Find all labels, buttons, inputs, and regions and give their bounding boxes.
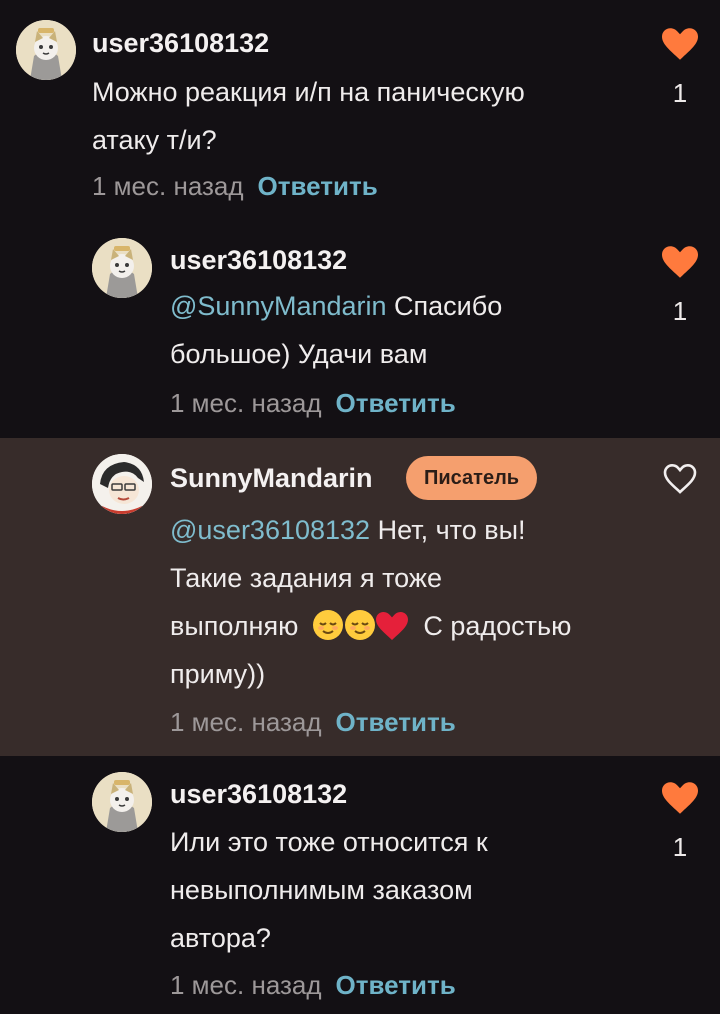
comment-line-text: Спасибо [394,291,503,321]
comment-meta: 1 мес. назад Ответить [92,170,378,202]
comment-meta: 1 мес. назад Ответить [170,706,456,738]
comment-2: user36108132 @SunnyMandarin Спасибо боль… [0,220,720,438]
comment-line: автора? [170,923,271,953]
username[interactable]: SunnyMandarin [170,462,373,494]
comment-text: @SunnyMandarin Спасибо большое) Удачи ва… [170,282,640,378]
like-count: 1 [672,78,688,108]
comment-4: user36108132 Или это тоже относится к не… [0,756,720,1014]
comment-1: user36108132 Можно реакция и/п на паниче… [0,0,720,220]
comment-line: атаку т/и? [92,125,217,155]
comment-line: Можно реакция и/п на паническую [92,77,525,107]
comment-line: @user36108132 Нет, что вы! [170,506,640,554]
timestamp: 1 мес. назад [170,707,322,737]
comment-text: @user36108132 Нет, что вы! Такие задания… [170,506,640,698]
avatar[interactable] [92,772,152,832]
like-control: 1 [660,28,700,108]
like-count: 1 [672,832,688,862]
comment-line-text: Нет, что вы! [377,515,526,545]
like-control: 1 [660,782,700,862]
heart-filled-icon[interactable] [662,246,698,278]
username[interactable]: user36108132 [92,27,269,59]
timestamp: 1 мес. назад [170,970,322,1000]
like-control: 1 [660,246,700,326]
avatar[interactable] [16,20,76,80]
comment-meta: 1 мес. назад Ответить [170,969,456,1001]
mention-link[interactable]: @SunnyMandarin [170,291,387,321]
heart-filled-icon[interactable] [662,28,698,60]
cat-avatar-image [16,20,76,80]
comment-meta: 1 мес. назад Ответить [170,387,456,419]
timestamp: 1 мес. назад [170,388,322,418]
comment-line-text: выполняю [170,611,299,641]
avatar[interactable] [92,238,152,298]
writer-badge: Писатель [406,456,538,500]
relieved-face-icon [312,610,343,640]
heart-filled-icon[interactable] [662,782,698,814]
username[interactable]: user36108132 [170,244,347,276]
cat-avatar-image [92,238,152,298]
avatar[interactable] [92,454,152,514]
comment-line: @SunnyMandarin Спасибо [170,282,640,330]
comment-3: SunnyMandarin Писатель @user36108132 Нет… [0,438,720,756]
cat-avatar-image [92,772,152,832]
reply-button[interactable]: Ответить [336,970,456,1000]
comment-line: большое) Удачи вам [170,339,428,369]
username[interactable]: user36108132 [170,778,347,810]
comment-line: Такие задания я тоже [170,563,442,593]
like-control [660,464,700,494]
reply-button[interactable]: Ответить [258,171,378,201]
reply-button[interactable]: Ответить [336,707,456,737]
timestamp: 1 мес. назад [92,171,244,201]
mandarin-avatar-image [92,454,152,514]
heart-outline-icon[interactable] [663,464,697,494]
comment-line: Или это тоже относится к [170,827,488,857]
like-count: 1 [672,296,688,326]
reply-button[interactable]: Ответить [336,388,456,418]
comment-line: невыполнимым заказом [170,875,473,905]
red-heart-icon [375,612,408,640]
comment-text: Можно реакция и/п на паническую атаку т/… [92,68,612,164]
relieved-face-icon [344,610,375,640]
comment-line-text: С радостью [423,611,572,641]
comment-line: приму)) [170,659,266,689]
mention-link[interactable]: @user36108132 [170,515,370,545]
comment-line: выполняю С радостью [170,602,640,650]
comment-text: Или это тоже относится к невыполнимым за… [170,818,640,962]
